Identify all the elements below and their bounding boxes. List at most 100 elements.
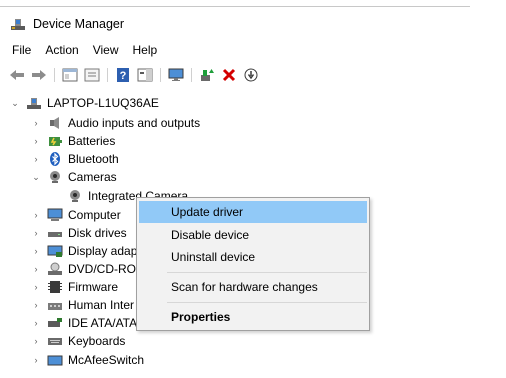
show-hide-console-tree-icon [62,68,78,82]
help-icon: ? [117,68,129,82]
expand-icon[interactable]: › [31,136,41,146]
expand-icon[interactable]: › [31,318,41,328]
tree-item-computer[interactable]: › Computer [31,206,121,224]
tree-item-audio[interactable]: › Audio inputs and outputs [31,114,201,132]
menu-file[interactable]: File [12,43,31,57]
title-bar: Device Manager [10,14,124,34]
menu-disable-device[interactable]: Disable device [139,224,367,246]
tree-item-label: Firmware [68,280,118,294]
context-menu: Update driver Disable device Uninstall d… [136,197,370,331]
tree-item-cameras[interactable]: ⌄ Cameras [31,168,117,186]
speaker-icon [47,116,63,130]
tree-item-label: IDE ATA/ATAP [68,316,146,330]
expand-icon[interactable]: › [31,118,41,128]
toolbar-separator [54,68,55,82]
update-driver-icon [201,69,214,81]
collapse-icon[interactable]: ⌄ [10,98,20,109]
tree-root[interactable]: ⌄ LAPTOP-L1UQ36AE [10,94,159,112]
toolbar: ? [8,65,264,85]
properties-button[interactable] [83,67,101,83]
battery-icon [47,134,63,148]
ide-controller-icon [47,316,63,330]
tree-item-keyboards[interactable]: › Keyboards [31,332,126,350]
scan-hardware-button[interactable] [242,67,260,83]
toolbar-separator [107,68,108,82]
expand-icon[interactable]: › [31,355,41,365]
menu-properties[interactable]: Properties [139,306,367,328]
expand-icon[interactable]: › [31,210,41,220]
expand-icon[interactable]: › [31,228,41,238]
tree-item-bluetooth[interactable]: › Bluetooth [31,150,119,168]
tree-item-label: Disk drives [68,226,127,240]
menu-uninstall-device[interactable]: Uninstall device [139,246,367,268]
tree-item-label: McAfeeSwitch [68,353,145,367]
computer-icon [47,208,63,222]
expand-icon[interactable]: › [31,154,41,164]
keyboard-icon [47,334,63,348]
tree-item-batteries[interactable]: › Batteries [31,132,116,150]
show-hide-console-tree-button[interactable] [61,67,79,83]
collapse-icon[interactable]: ⌄ [31,172,41,183]
back-button[interactable] [8,67,26,83]
expand-icon[interactable]: › [31,264,41,274]
uninstall-button[interactable] [220,67,238,83]
computer-root-icon [26,96,42,110]
properties-icon [84,68,100,82]
hid-icon [47,298,63,312]
display-adapter-icon [47,244,63,258]
window-title: Device Manager [33,17,125,31]
expand-icon[interactable]: › [31,336,41,346]
help-button[interactable]: ? [114,67,132,83]
update-driver-button[interactable] [198,67,216,83]
tree-item-mcafeeswitch[interactable]: › McAfeeSwitch [31,351,145,369]
tree-item-label: Bluetooth [68,152,119,166]
webcam-icon [67,189,83,203]
tree-item-label: Batteries [68,134,116,148]
window-top-border [0,6,470,7]
menu-help[interactable]: Help [133,43,158,57]
disk-drive-icon [47,226,63,240]
action-pane-button[interactable] [136,67,154,83]
tree-item-label: Keyboards [68,334,126,348]
expand-icon[interactable]: › [31,300,41,310]
firmware-icon [47,280,63,294]
back-icon [10,70,24,80]
tree-item-label: Computer [68,208,121,222]
camera-icon [47,170,63,184]
menu-view[interactable]: View [93,43,119,57]
menu-action[interactable]: Action [45,43,78,57]
action-pane-icon [137,68,153,82]
expand-icon[interactable]: › [31,282,41,292]
menu-update-driver[interactable]: Update driver [139,201,367,223]
tree-item-ide-ata[interactable]: › IDE ATA/ATAP [31,314,146,332]
menu-separator [167,302,367,303]
device-manager-icon [10,17,26,31]
toolbar-separator [160,68,161,82]
menu-scan-hardware-changes[interactable]: Scan for hardware changes [139,276,367,298]
tree-item-display-adapters[interactable]: › Display adap [31,242,138,260]
expand-icon[interactable]: › [31,246,41,256]
tree-item-label: Cameras [68,170,117,184]
svg-text:?: ? [120,70,127,82]
dvd-drive-icon [47,262,63,276]
switch-icon [47,353,63,367]
uninstall-icon [222,68,236,82]
toolbar-separator [191,68,192,82]
tree-item-label: Audio inputs and outputs [68,116,201,130]
menu-separator [167,272,367,273]
monitor-icon [168,68,184,81]
tree-item-label: DVD/CD-RO [68,262,136,276]
bluetooth-icon [47,152,63,166]
tree-item-firmware[interactable]: › Firmware [31,278,119,296]
tree-item-disk-drives[interactable]: › Disk drives [31,224,127,242]
forward-icon [32,70,46,80]
menu-bar: File Action View Help [12,43,171,57]
tree-item-label: Display adap [68,244,138,258]
tree-root-label: LAPTOP-L1UQ36AE [47,96,159,110]
tree-item-label: Human Inter [68,298,135,312]
monitor-button[interactable] [167,67,185,83]
tree-item-human-interface[interactable]: › Human Inter [31,296,135,314]
tree-item-dvd-cd-rom[interactable]: › DVD/CD-RO [31,260,137,278]
forward-button[interactable] [30,67,48,83]
scan-hardware-icon [244,68,258,82]
